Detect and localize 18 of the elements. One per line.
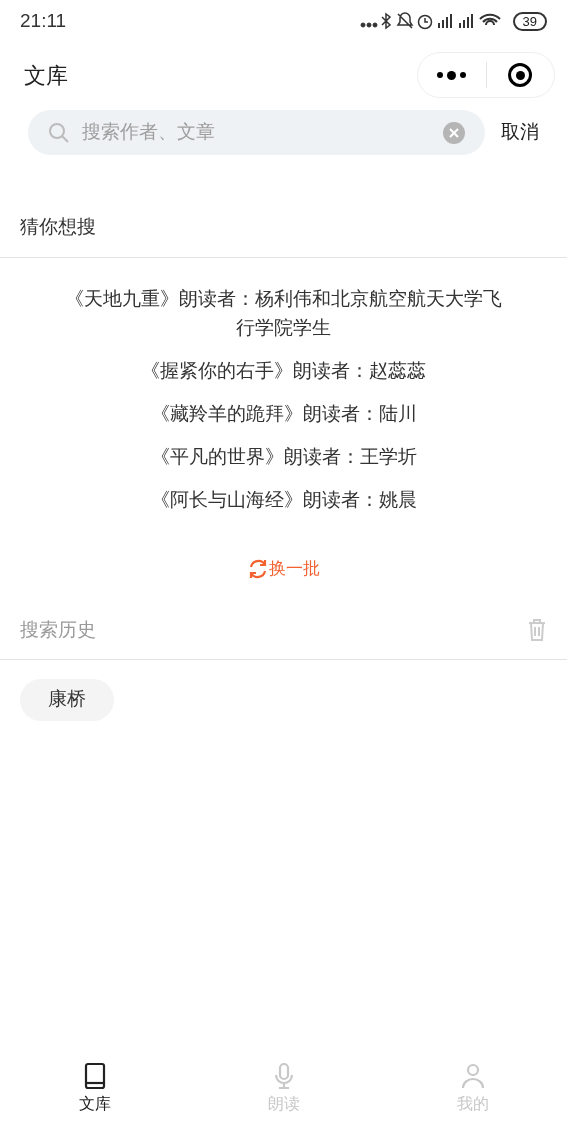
search-field[interactable]: 搜索作者、文章 (82, 118, 431, 147)
search-bar[interactable]: 搜索作者、文章 (28, 110, 485, 155)
history-chip[interactable]: 康桥 (20, 678, 114, 721)
section-title: 猜你想搜 (20, 215, 96, 240)
suggestion-item[interactable]: 《天地九重》朗读者：杨利伟和北京航空航天大学飞行学院学生 (64, 284, 503, 342)
suggestion-item[interactable]: 《握紧你的右手》朗读者：赵蕊蕊 (141, 356, 426, 385)
suggestion-item[interactable]: 《平凡的世界》朗读者：王学圻 (150, 442, 417, 471)
suggestion-item[interactable]: 《藏羚羊的跪拜》朗读者：陆川 (150, 399, 417, 428)
suggestion-item[interactable]: 《阿长与山海经》朗读者：姚晨 (150, 485, 417, 514)
cancel-button[interactable]: 取消 (501, 118, 539, 147)
section-title: 搜索历史 (20, 617, 96, 642)
refresh-icon (247, 557, 269, 580)
search-icon (48, 121, 70, 144)
status-time: 21:11 (20, 8, 67, 33)
page-title: 文库 (24, 61, 68, 90)
tab-bar-item[interactable]: 文库 (0, 1059, 189, 1135)
person-icon (459, 1062, 486, 1090)
battery-indicator: 39 (512, 11, 547, 31)
